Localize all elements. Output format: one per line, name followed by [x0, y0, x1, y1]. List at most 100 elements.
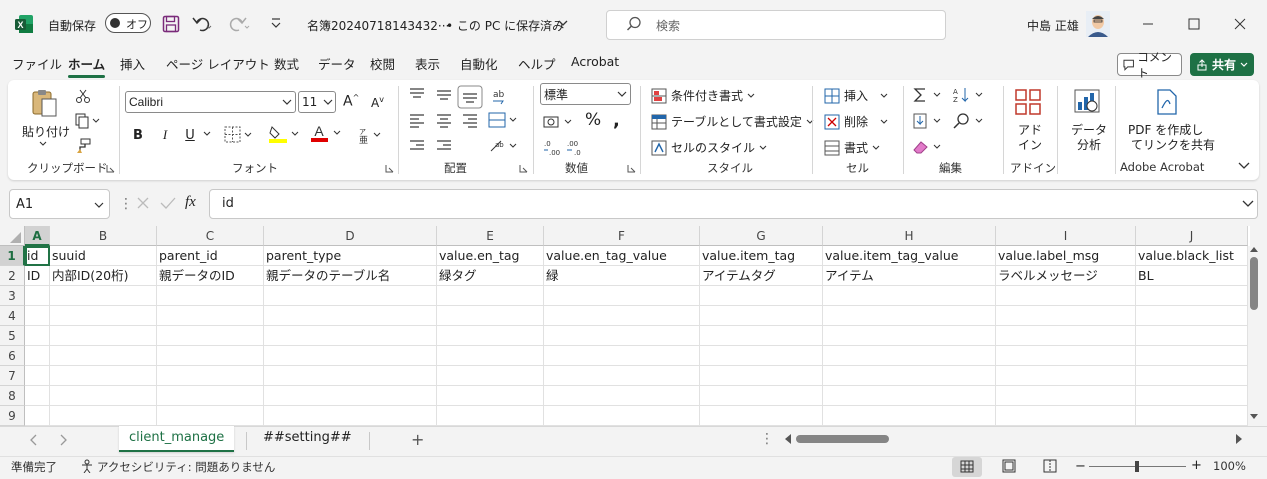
- table-cell[interactable]: [437, 346, 544, 366]
- accessibility-status[interactable]: アクセシビリティ: 問題ありません: [97, 459, 275, 475]
- table-cell[interactable]: [1136, 306, 1248, 326]
- scroll-up-icon[interactable]: [1250, 246, 1258, 252]
- dialog-launcher-icon[interactable]: [106, 164, 115, 173]
- next-sheet-icon[interactable]: [60, 434, 68, 446]
- font-name-select[interactable]: Calibri: [125, 91, 296, 113]
- table-cell[interactable]: [996, 406, 1136, 426]
- table-cell[interactable]: [1136, 286, 1248, 306]
- table-cell[interactable]: [437, 386, 544, 406]
- phonetic-guide-icon[interactable]: ア亜: [357, 126, 383, 144]
- table-cell[interactable]: [823, 286, 996, 306]
- table-cell[interactable]: [823, 306, 996, 326]
- table-cell[interactable]: [437, 286, 544, 306]
- pdf-share-label-line2[interactable]: てリンクを共有: [1131, 136, 1215, 153]
- table-cell[interactable]: [50, 306, 157, 326]
- row-header[interactable]: 4: [0, 306, 25, 326]
- zoom-in-icon[interactable]: +: [1191, 458, 1202, 473]
- table-cell[interactable]: [1136, 366, 1248, 386]
- table-cell[interactable]: [700, 306, 823, 326]
- table-cell[interactable]: [823, 406, 996, 426]
- format-as-table-button[interactable]: テーブルとして書式設定: [651, 113, 814, 130]
- table-cell[interactable]: parent_id: [157, 246, 264, 266]
- select-all-button[interactable]: [0, 226, 25, 246]
- table-cell[interactable]: parent_type: [264, 246, 437, 266]
- table-cell[interactable]: suuid: [50, 246, 157, 266]
- table-cell[interactable]: [264, 346, 437, 366]
- ribbon-collapse-icon[interactable]: [1238, 162, 1250, 170]
- tab-data[interactable]: データ: [318, 54, 356, 78]
- table-cell[interactable]: [700, 326, 823, 346]
- table-cell[interactable]: [1136, 406, 1248, 426]
- table-cell[interactable]: [264, 326, 437, 346]
- save-status[interactable]: • この PC に保存済み: [446, 17, 564, 34]
- table-cell[interactable]: [996, 346, 1136, 366]
- table-cell[interactable]: [50, 346, 157, 366]
- add-ins-label-line2[interactable]: イン: [1018, 136, 1042, 153]
- increase-font-size-icon[interactable]: A^: [343, 93, 359, 110]
- chevron-down-icon[interactable]: [203, 131, 211, 137]
- column-header[interactable]: D: [264, 226, 437, 246]
- expand-formula-bar-icon[interactable]: [1242, 200, 1254, 208]
- table-cell[interactable]: [264, 406, 437, 426]
- font-size-select[interactable]: 11: [298, 91, 336, 113]
- table-cell[interactable]: [1136, 326, 1248, 346]
- tab-automate[interactable]: 自動化: [460, 54, 498, 78]
- format-cells-button[interactable]: 書式: [824, 139, 880, 156]
- data-analysis-icon[interactable]: [1073, 88, 1101, 116]
- cell-styles-button[interactable]: セルのスタイル: [651, 139, 767, 156]
- table-cell[interactable]: value.black_list: [1136, 246, 1248, 266]
- avatar[interactable]: [1086, 11, 1110, 37]
- table-cell[interactable]: [50, 366, 157, 386]
- table-cell[interactable]: value.item_tag: [700, 246, 823, 266]
- table-cell[interactable]: [25, 366, 50, 386]
- table-cell[interactable]: [437, 326, 544, 346]
- table-cell[interactable]: [1136, 386, 1248, 406]
- row-header[interactable]: 3: [0, 286, 25, 306]
- table-cell[interactable]: 親データのテーブル名: [264, 266, 437, 286]
- column-header[interactable]: E: [437, 226, 544, 246]
- maximize-icon[interactable]: [1184, 14, 1204, 34]
- table-cell[interactable]: [996, 286, 1136, 306]
- clear-icon[interactable]: [912, 138, 944, 156]
- table-cell[interactable]: [25, 346, 50, 366]
- table-cell[interactable]: [264, 386, 437, 406]
- column-header[interactable]: I: [996, 226, 1136, 246]
- data-analysis-label-line2[interactable]: 分析: [1077, 136, 1101, 153]
- tab-acrobat[interactable]: Acrobat: [571, 54, 619, 78]
- table-cell[interactable]: [700, 346, 823, 366]
- row-header[interactable]: 8: [0, 386, 25, 406]
- table-cell[interactable]: [25, 406, 50, 426]
- increase-decimal-icon[interactable]: .0.00: [543, 138, 563, 156]
- borders-icon[interactable]: [224, 126, 254, 144]
- table-cell[interactable]: [544, 326, 700, 346]
- table-cell[interactable]: [157, 286, 264, 306]
- undo-icon[interactable]: [192, 14, 214, 34]
- confirm-entry-icon[interactable]: [160, 196, 176, 210]
- table-cell[interactable]: ラベルメッセージ: [996, 266, 1136, 286]
- comment-button[interactable]: コメント: [1117, 50, 1182, 80]
- font-color-icon[interactable]: A: [310, 123, 344, 143]
- row-header[interactable]: 5: [0, 326, 25, 346]
- table-cell[interactable]: [823, 386, 996, 406]
- table-cell[interactable]: [157, 346, 264, 366]
- table-cell[interactable]: [264, 306, 437, 326]
- table-cell[interactable]: [25, 326, 50, 346]
- table-cell[interactable]: [544, 306, 700, 326]
- table-cell[interactable]: [25, 306, 50, 326]
- tab-help[interactable]: ヘルプ: [518, 54, 556, 78]
- more-icon[interactable]: ⋮: [760, 431, 774, 447]
- customize-toolbar-icon[interactable]: [270, 16, 282, 30]
- column-header[interactable]: B: [50, 226, 157, 246]
- table-cell[interactable]: [1136, 346, 1248, 366]
- table-cell[interactable]: [544, 346, 700, 366]
- add-sheet-icon[interactable]: +: [411, 430, 424, 449]
- file-name[interactable]: 名簿20240718143432···: [307, 17, 449, 34]
- table-cell[interactable]: 内部ID(20桁): [50, 266, 157, 286]
- page-layout-view-icon[interactable]: [1001, 459, 1017, 473]
- table-cell[interactable]: BL: [1136, 266, 1248, 286]
- normal-view-button[interactable]: [952, 457, 982, 477]
- zoom-level[interactable]: 100%: [1213, 459, 1246, 473]
- table-cell[interactable]: [996, 366, 1136, 386]
- table-cell[interactable]: [157, 386, 264, 406]
- conditional-formatting-button[interactable]: 条件付き書式: [651, 87, 755, 104]
